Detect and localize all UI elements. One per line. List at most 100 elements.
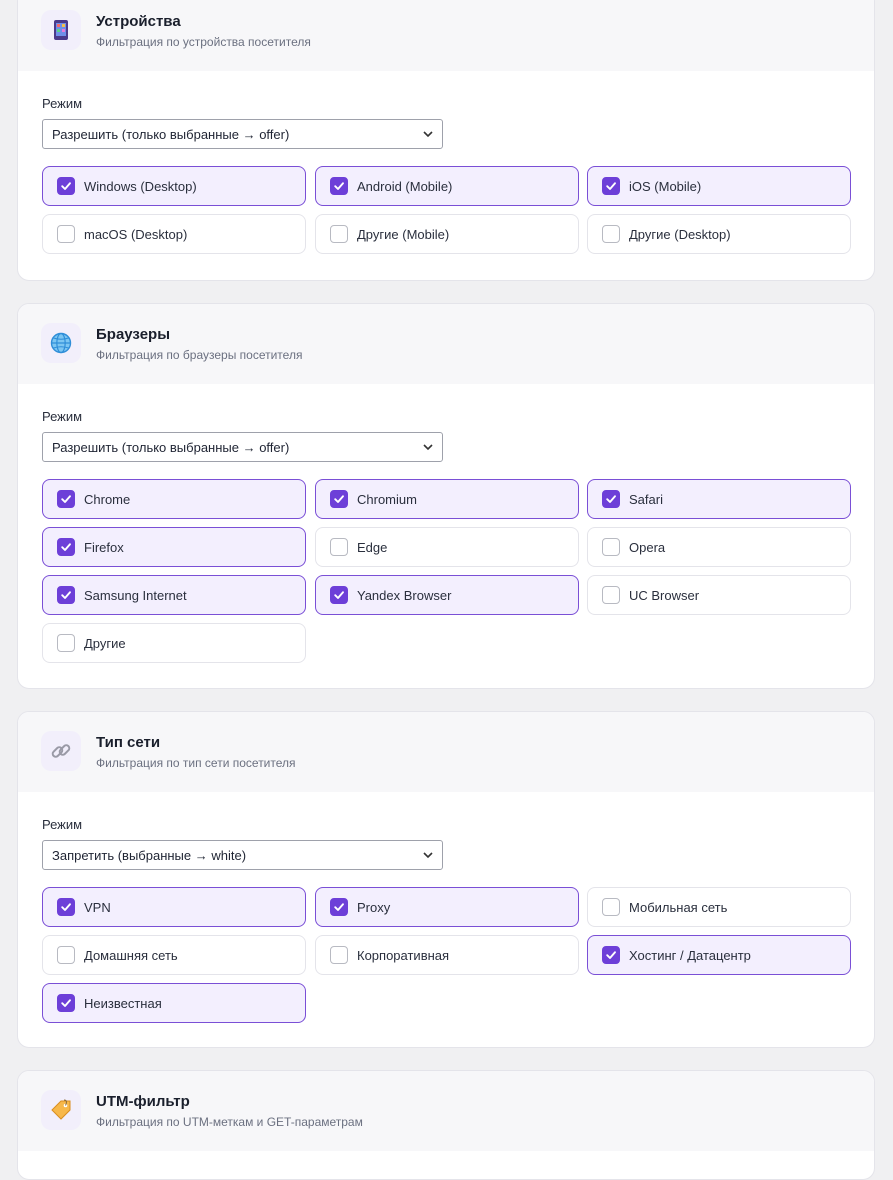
option-item[interactable]: Samsung Internet [42, 575, 306, 615]
option-label: UC Browser [629, 587, 700, 603]
section-title: Браузеры [96, 326, 171, 343]
option-item[interactable]: Android (Mobile) [315, 166, 579, 206]
option-item[interactable]: Firefox [42, 527, 306, 567]
option-label: VPN [84, 899, 111, 915]
option-checkbox[interactable] [602, 946, 620, 964]
mode-select-value: Запретить (выбранные → white) [52, 847, 247, 863]
option-label: Firefox [84, 539, 124, 555]
phone-icon [41, 10, 81, 50]
option-label: Proxy [357, 899, 391, 915]
option-checkbox[interactable] [330, 898, 348, 916]
checkmark-icon [61, 999, 71, 1007]
option-checkbox[interactable] [57, 538, 75, 556]
mode-select[interactable]: Разрешить (только выбранные → offer) [42, 432, 443, 462]
mode-label: Режим [42, 96, 83, 111]
option-item[interactable]: Opera [587, 527, 851, 567]
mode-label: Режим [42, 409, 83, 424]
option-item[interactable]: Хостинг / Датацентр [587, 935, 851, 975]
option-checkbox[interactable] [602, 898, 620, 916]
option-checkbox[interactable] [330, 177, 348, 195]
option-checkbox[interactable] [330, 490, 348, 508]
option-label: Другие (Mobile) [357, 226, 450, 242]
mode-select[interactable]: Запретить (выбранные → white) [42, 840, 443, 870]
link-icon [41, 731, 81, 771]
option-item[interactable]: Chrome [42, 479, 306, 519]
option-checkbox[interactable] [57, 898, 75, 916]
option-item[interactable]: Yandex Browser [315, 575, 579, 615]
option-label: Safari [629, 491, 663, 507]
option-item[interactable]: Неизвестная [42, 983, 306, 1023]
utm-card-header: UTM-фильтр Фильтрация по UTM-меткам и GE… [18, 1071, 874, 1151]
checkmark-icon [61, 495, 71, 503]
option-label: Корпоративная [357, 947, 450, 963]
option-label: Windows (Desktop) [84, 178, 197, 194]
checkmark-icon [606, 495, 616, 503]
tag-icon [41, 1090, 81, 1130]
checkmark-icon [61, 591, 71, 599]
option-label: Edge [357, 539, 388, 555]
option-item[interactable]: Другие (Desktop) [587, 214, 851, 254]
option-label: Другие (Desktop) [629, 226, 731, 242]
option-item[interactable]: Корпоративная [315, 935, 579, 975]
option-checkbox[interactable] [602, 538, 620, 556]
chevron-down-icon [423, 444, 433, 451]
option-item[interactable]: Safari [587, 479, 851, 519]
option-checkbox[interactable] [602, 586, 620, 604]
browsers-card-header: Браузеры Фильтрация по браузеры посетите… [18, 304, 874, 384]
mode-select-value: Разрешить (только выбранные → offer) [52, 439, 290, 455]
option-item[interactable]: VPN [42, 887, 306, 927]
option-label: iOS (Mobile) [629, 178, 702, 194]
checkmark-icon [606, 951, 616, 959]
checkmark-icon [334, 903, 344, 911]
option-checkbox[interactable] [602, 490, 620, 508]
option-checkbox[interactable] [57, 490, 75, 508]
option-item[interactable]: UC Browser [587, 575, 851, 615]
option-label: Yandex Browser [357, 587, 452, 603]
globe-icon [41, 323, 81, 363]
option-label: Samsung Internet [84, 587, 187, 603]
option-item[interactable]: Windows (Desktop) [42, 166, 306, 206]
option-label: macOS (Desktop) [84, 226, 188, 242]
devices-card: Устройства Фильтрация по устройства посе… [17, 0, 875, 281]
option-checkbox[interactable] [602, 177, 620, 195]
checkmark-icon [334, 591, 344, 599]
checkmark-icon [334, 495, 344, 503]
option-item[interactable]: Другие (Mobile) [315, 214, 579, 254]
option-label: Хостинг / Датацентр [629, 947, 751, 963]
devices-card-header: Устройства Фильтрация по устройства посе… [18, 0, 874, 71]
option-item[interactable]: Другие [42, 623, 306, 663]
option-checkbox[interactable] [57, 634, 75, 652]
option-checkbox[interactable] [330, 538, 348, 556]
option-item[interactable]: macOS (Desktop) [42, 214, 306, 254]
section-title: UTM-фильтр [96, 1093, 190, 1110]
option-item[interactable]: Домашняя сеть [42, 935, 306, 975]
option-checkbox[interactable] [330, 586, 348, 604]
checkmark-icon [334, 182, 344, 190]
option-item[interactable]: Chromium [315, 479, 579, 519]
section-subtitle: Фильтрация по UTM-меткам и GET-параметра… [96, 1115, 363, 1129]
option-item[interactable]: iOS (Mobile) [587, 166, 851, 206]
option-checkbox[interactable] [57, 225, 75, 243]
checkmark-icon [61, 903, 71, 911]
section-title: Устройства [96, 13, 181, 30]
option-label: Opera [629, 539, 666, 555]
chevron-down-icon [423, 852, 433, 859]
browsers-card: Браузеры Фильтрация по браузеры посетите… [17, 303, 875, 689]
utm-card: UTM-фильтр Фильтрация по UTM-меткам и GE… [17, 1070, 875, 1180]
option-label: Мобильная сеть [629, 899, 728, 915]
option-checkbox[interactable] [57, 177, 75, 195]
option-checkbox[interactable] [57, 586, 75, 604]
option-item[interactable]: Edge [315, 527, 579, 567]
option-checkbox[interactable] [57, 946, 75, 964]
mode-select[interactable]: Разрешить (только выбранные → offer) [42, 119, 443, 149]
checkmark-icon [61, 543, 71, 551]
option-checkbox[interactable] [602, 225, 620, 243]
option-checkbox[interactable] [330, 946, 348, 964]
option-label: Android (Mobile) [357, 178, 453, 194]
section-subtitle: Фильтрация по браузеры посетителя [96, 348, 303, 362]
option-item[interactable]: Мобильная сеть [587, 887, 851, 927]
option-checkbox[interactable] [330, 225, 348, 243]
option-label: Неизвестная [84, 995, 162, 1011]
option-item[interactable]: Proxy [315, 887, 579, 927]
option-checkbox[interactable] [57, 994, 75, 1012]
